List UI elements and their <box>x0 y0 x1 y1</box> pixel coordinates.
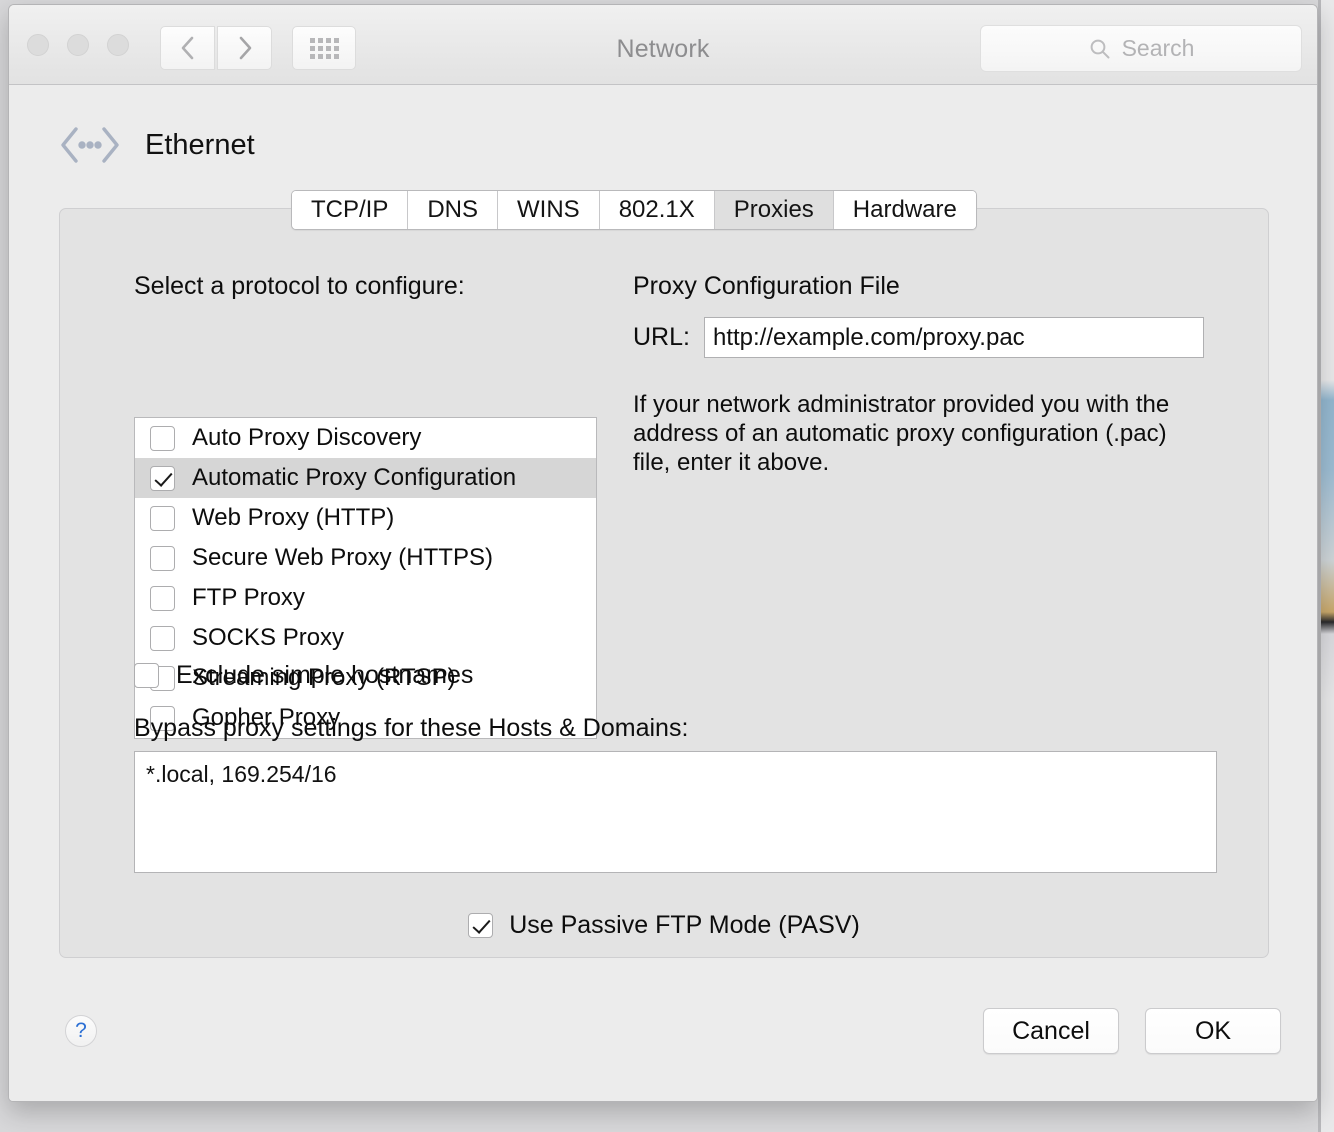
window-right-edge <box>1318 0 1321 1132</box>
network-preferences-window: Network Search Ethernet Select a protoco… <box>8 4 1318 1102</box>
protocol-list-label: Select a protocol to configure: <box>134 272 465 300</box>
protocol-row-1[interactable]: Automatic Proxy Configuration <box>135 458 596 498</box>
protocol-checkbox-5[interactable] <box>150 625 175 651</box>
bypass-list-input[interactable]: *.local, 169.254/16 <box>134 751 1217 873</box>
exclude-simple-hostnames-row[interactable]: Exclude simple hostnames <box>134 661 473 690</box>
protocol-checkbox-2[interactable] <box>150 505 175 531</box>
dialog-buttons: Cancel OK <box>983 1008 1281 1054</box>
tab-dns[interactable]: DNS <box>408 191 499 229</box>
protocol-label-5: SOCKS Proxy <box>192 624 345 651</box>
protocol-label-2: Web Proxy (HTTP) <box>192 504 395 531</box>
passive-ftp-label: Use Passive FTP Mode (PASV) <box>509 911 860 939</box>
tab-tcpip[interactable]: TCP/IP <box>292 191 409 229</box>
tab-8021x[interactable]: 802.1X <box>599 191 715 229</box>
help-button[interactable]: ? <box>65 1015 97 1047</box>
pac-url-row: URL: http://example.com/proxy.pac <box>633 317 1204 358</box>
protocol-row-0[interactable]: Auto Proxy Discovery <box>135 418 596 458</box>
tab-wins[interactable]: WINS <box>498 191 600 229</box>
search-icon <box>1090 39 1110 58</box>
window-titlebar: Network Search <box>9 5 1317 85</box>
cancel-button[interactable]: Cancel <box>983 1008 1119 1054</box>
background-desktop-sliver <box>1318 0 1334 1132</box>
ok-button[interactable]: OK <box>1145 1008 1281 1054</box>
passive-ftp-checkbox[interactable] <box>468 913 494 938</box>
protocol-label-1: Automatic Proxy Configuration <box>192 464 517 491</box>
search-field[interactable]: Search <box>980 25 1302 72</box>
exclude-simple-hostnames-label: Exclude simple hostnames <box>176 661 474 689</box>
protocol-row-2[interactable]: Web Proxy (HTTP) <box>135 498 596 538</box>
protocol-row-5[interactable]: SOCKS Proxy <box>135 618 596 658</box>
protocol-list[interactable]: Auto Proxy Discovery Automatic Proxy Con… <box>134 417 597 739</box>
protocol-checkbox-1[interactable] <box>150 465 175 491</box>
service-name: Ethernet <box>145 128 255 161</box>
search-placeholder: Search <box>1121 35 1195 61</box>
exclude-simple-hostnames-checkbox[interactable] <box>134 663 159 688</box>
pac-url-label: URL: <box>633 323 690 351</box>
pac-url-input[interactable]: http://example.com/proxy.pac <box>703 317 1204 358</box>
pac-section-title: Proxy Configuration File <box>633 272 900 300</box>
protocol-checkbox-3[interactable] <box>150 545 175 571</box>
help-question-icon: ? <box>75 1019 87 1042</box>
settings-tab-bar[interactable]: TCP/IP DNS WINS 802.1X Proxies Hardware <box>291 190 977 230</box>
ethernet-chevrons-icon <box>61 127 119 163</box>
tab-proxies[interactable]: Proxies <box>714 191 834 229</box>
protocol-label-0: Auto Proxy Discovery <box>192 424 422 451</box>
bypass-list-label: Bypass proxy settings for these Hosts & … <box>134 714 689 742</box>
protocol-label-3: Secure Web Proxy (HTTPS) <box>192 544 493 571</box>
preferences-pane: Ethernet Select a protocol to configure:… <box>9 85 1317 1101</box>
tab-hardware[interactable]: Hardware <box>833 191 976 229</box>
pac-help-text: If your network administrator provided y… <box>633 391 1170 476</box>
protocol-checkbox-4[interactable] <box>150 585 175 611</box>
proxies-panel: Select a protocol to configure: Auto Pro… <box>59 208 1269 958</box>
protocol-checkbox-0[interactable] <box>150 425 175 451</box>
protocol-row-3[interactable]: Secure Web Proxy (HTTPS) <box>135 538 596 578</box>
passive-ftp-row[interactable]: Use Passive FTP Mode (PASV) <box>60 911 1268 940</box>
protocol-row-4[interactable]: FTP Proxy <box>135 578 596 618</box>
service-header: Ethernet <box>59 123 255 167</box>
protocol-label-4: FTP Proxy <box>192 584 305 611</box>
